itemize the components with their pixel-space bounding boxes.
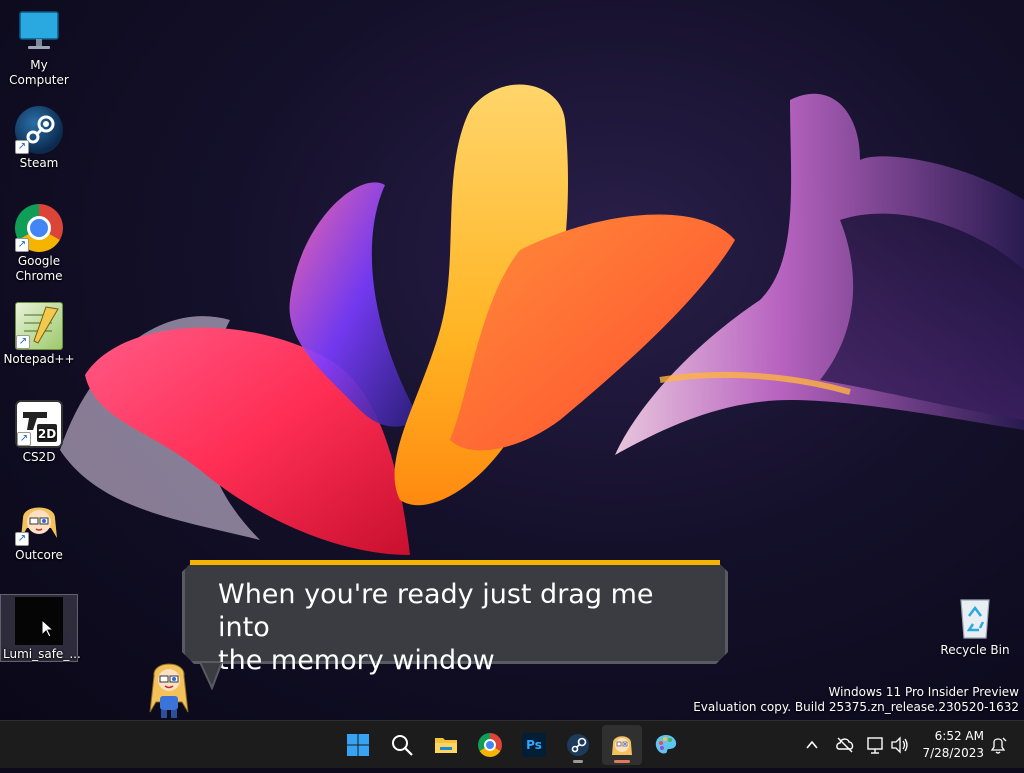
taskbar-file-explorer[interactable] [426, 725, 466, 765]
dialogue-accent-bar [190, 560, 720, 565]
chrome-icon: ↗ [15, 204, 63, 252]
network-icon [867, 737, 883, 754]
desktop-icon-label: CS2D [22, 450, 56, 464]
taskbar-clock[interactable]: 6:52 AM 7/28/2023 [922, 728, 984, 762]
watermark-line-2: Evaluation copy. Build 25375.zn_release.… [693, 700, 1019, 714]
shortcut-arrow-icon: ↗ [15, 532, 29, 546]
start-button[interactable] [338, 725, 378, 765]
mouse-cursor-icon [41, 619, 55, 638]
photoshop-label: Ps [526, 738, 542, 752]
photoshop-icon: Ps [522, 733, 546, 757]
desktop-icon-label: Steam [19, 156, 59, 170]
notepad-plus-plus-icon: ↗ [15, 302, 63, 350]
shortcut-arrow-icon: ↗ [15, 140, 29, 154]
taskbar-photoshop[interactable]: Ps [514, 725, 554, 765]
desktop-icon-notepad-plus-plus[interactable]: ↗ Notepad++ [0, 302, 78, 367]
chrome-icon [478, 733, 502, 757]
clock-date: 7/28/2023 [922, 746, 984, 760]
show-hidden-icons-button[interactable] [804, 721, 820, 769]
recycle-bin-icon [960, 599, 990, 639]
steam-icon [567, 734, 589, 756]
dialogue-tail [198, 662, 224, 690]
lumi-character-sprite[interactable] [148, 658, 190, 720]
network-status[interactable] [866, 721, 886, 769]
shortcut-arrow-icon: ↗ [16, 335, 30, 349]
desktop-icon-label: My Computer [9, 58, 69, 87]
taskbar-chrome[interactable] [470, 725, 510, 765]
dialogue-text: When you're ready just drag me into the … [218, 578, 708, 677]
speaker-icon [891, 736, 908, 754]
volume-control[interactable] [890, 721, 910, 769]
onedrive-status[interactable] [835, 721, 855, 769]
shortcut-arrow-icon: ↗ [15, 238, 29, 252]
dialogue-line-1: When you're ready just drag me into [218, 579, 654, 643]
taskbar-steam[interactable] [558, 725, 598, 765]
watermark-line-1: Windows 11 Pro Insider Preview [828, 685, 1019, 699]
active-window-indicator [614, 760, 630, 763]
evaluation-watermark: Windows 11 Pro Insider Preview Evaluatio… [693, 685, 1019, 715]
shortcut-arrow-icon: ↗ [17, 432, 31, 446]
desktop-icon-steam[interactable]: ↗ Steam [0, 106, 78, 171]
cs2d-icon: 2D ↗ [15, 400, 63, 448]
black-file-icon [15, 597, 63, 645]
desktop-icon-label: Google Chrome [15, 254, 63, 283]
notifications-button[interactable] [988, 721, 1008, 769]
cloud-offline-icon [836, 737, 854, 753]
taskbar-paint[interactable] [646, 725, 686, 765]
running-indicator [573, 760, 583, 763]
start-icon [347, 734, 369, 756]
notification-bell-icon [990, 737, 1007, 754]
taskbar: Ps 6:52 AM 7/28/2023 [0, 720, 1024, 768]
desktop-icon-my-computer[interactable]: My Computer [0, 8, 78, 88]
paint-palette-icon [655, 735, 677, 754]
desktop-icon-lumi-safe[interactable]: Lumi_safe_... [0, 594, 81, 662]
desktop-icon-recycle-bin[interactable]: Recycle Bin [940, 594, 1010, 657]
desktop-icon-outcore[interactable]: ↗ Outcore [0, 498, 78, 563]
desktop-icon-google-chrome[interactable]: ↗ Google Chrome [0, 204, 78, 284]
file-explorer-icon [435, 738, 457, 753]
desktop-icon-label: Lumi_safe_... [3, 647, 81, 661]
taskbar-outcore[interactable] [602, 725, 642, 765]
search-button[interactable] [382, 725, 422, 765]
outcore-icon [612, 736, 632, 755]
outcore-icon: ↗ [15, 498, 63, 546]
desktop-icon-label: Outcore [15, 548, 63, 562]
recycle-bin-label: Recycle Bin [940, 643, 1010, 657]
clock-time: 6:52 AM [934, 729, 984, 743]
desktop-icon-cs2d[interactable]: 2D ↗ CS2D [0, 400, 78, 465]
svg-text:2D: 2D [38, 427, 56, 441]
steam-icon: ↗ [15, 106, 63, 154]
desktop-icon-label: Notepad++ [3, 352, 75, 366]
chevron-up-icon [806, 740, 818, 749]
monitor-icon [15, 8, 63, 56]
dialogue-line-2: the memory window [218, 645, 495, 676]
search-icon [392, 735, 413, 756]
